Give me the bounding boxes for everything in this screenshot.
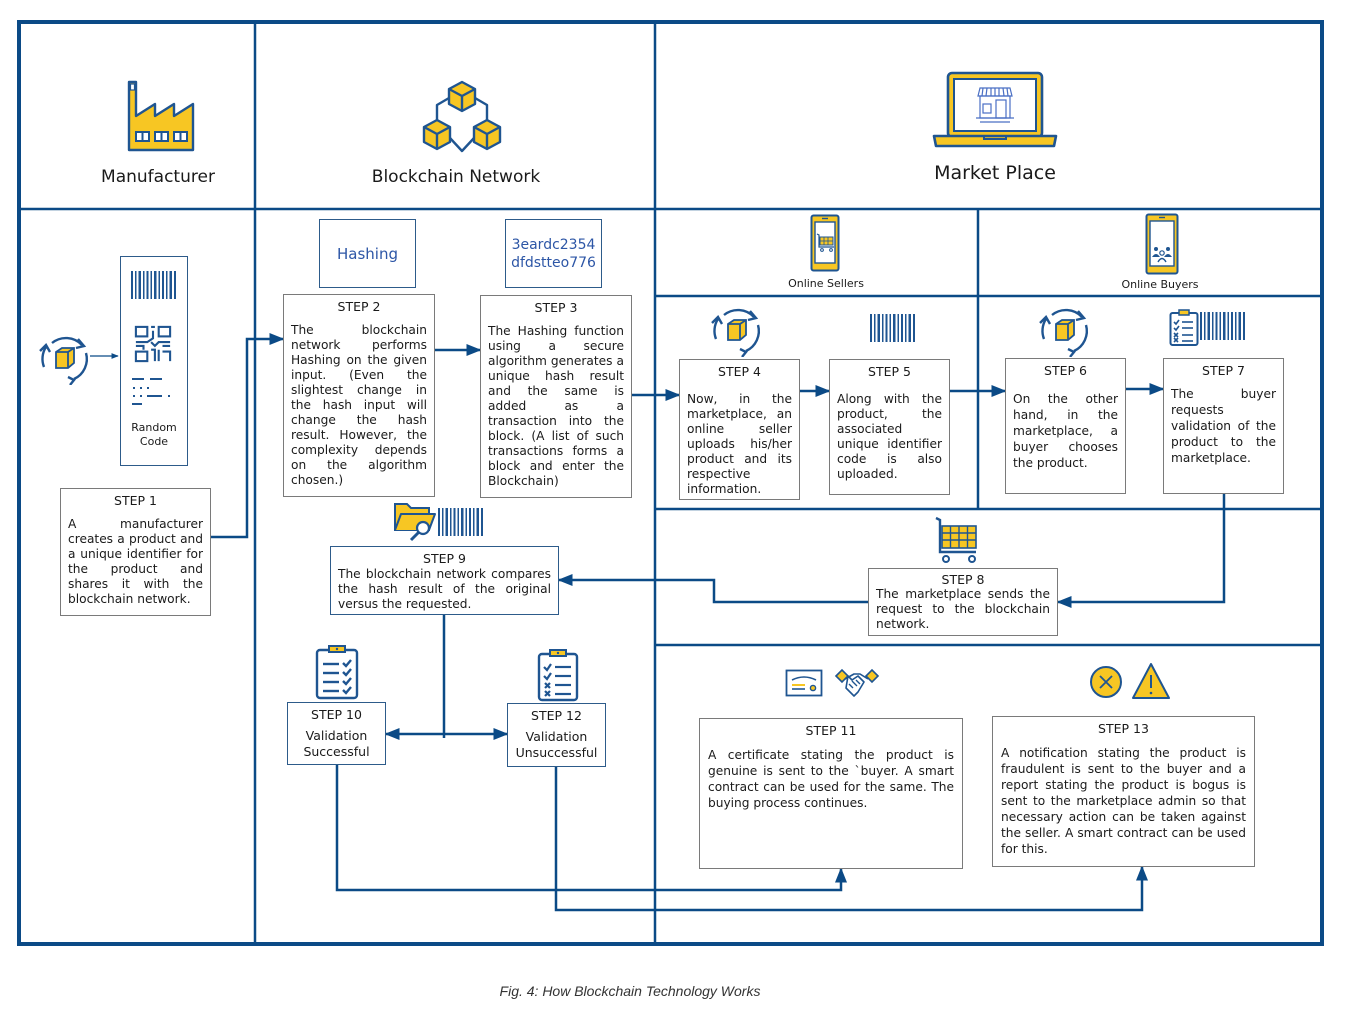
step-6-title: STEP 6: [1044, 363, 1087, 378]
laptop-store-icon: [932, 70, 1058, 148]
step-1-box: STEP 1 A manufacturer creates a product …: [60, 488, 211, 616]
step-5-title: STEP 5: [868, 364, 911, 379]
column-title-blockchain: Blockchain Network: [371, 167, 541, 187]
step-11-text: A certificate stating the product is gen…: [708, 748, 954, 810]
checklist-icon: [1169, 309, 1199, 347]
qr-code-icon: [134, 325, 172, 363]
arrow-step8-step9: [557, 574, 868, 604]
certificate-icon: [785, 669, 823, 697]
subcolumn-title-buyers: Online Buyers: [1121, 278, 1199, 291]
column-title-manufacturer: Manufacturer: [101, 167, 215, 187]
step-9-text: The blockchain network compares the hash…: [338, 567, 551, 611]
step-4-box: STEP 4 Now, in the marketplace, an onlin…: [679, 359, 800, 500]
column-title-marketplace: Market Place: [934, 162, 1056, 184]
step-6-text: On the other hand, in the marketplace, a…: [1013, 392, 1118, 470]
step-13-title: STEP 13: [1098, 721, 1149, 736]
step-7-text: The buyer requests validation of the pro…: [1171, 387, 1276, 465]
step-8-text: The marketplace sends the request to the…: [876, 587, 1050, 631]
phone-users-icon: [1145, 213, 1179, 275]
barcode-icon: [438, 508, 484, 536]
step-7-title: STEP 7: [1202, 363, 1245, 378]
cycle-box-icon: [38, 333, 92, 386]
shopping-cart-icon: [934, 516, 980, 564]
step-8-box: STEP 8 The marketplace sends the request…: [868, 568, 1058, 636]
step-12-box: STEP 12 Validation Unsuccessful: [507, 703, 606, 767]
step-3-title: STEP 3: [534, 300, 578, 315]
error-x-icon: [1089, 665, 1123, 699]
folder-search-icon: [393, 500, 437, 542]
phone-cart-icon: [810, 214, 840, 272]
step-1-title: STEP 1: [114, 493, 157, 508]
step-13-text: A notification stating the product is fr…: [1001, 746, 1246, 856]
step-10-text: Validation Successful: [303, 728, 370, 759]
barcode-icon: [1200, 312, 1246, 340]
hash-value-box: 3eardc2354 dfdstteo776: [505, 219, 602, 288]
step-2-text: The blockchain network performs Hashing …: [291, 323, 427, 487]
step-9-box: STEP 9 The blockchain network compares t…: [330, 546, 559, 615]
barcode-icon: [131, 271, 176, 299]
step-13-box: STEP 13 A notification stating the produ…: [992, 716, 1255, 867]
step-4-text: Now, in the marketplace, an online selle…: [687, 392, 792, 496]
step-8-title: STEP 8: [941, 572, 985, 587]
factory-icon: [124, 80, 196, 152]
step-10-title: STEP 10: [311, 707, 362, 722]
blockchain-diagram: Manufacturer Blockchain Network Market P…: [0, 0, 1346, 1016]
step-12-text: Validation Unsuccessful: [515, 729, 598, 760]
random-code-card: Random Code: [120, 256, 188, 466]
step-6-box: STEP 6 On the other hand, in the marketp…: [1005, 358, 1126, 494]
data-lines-icon: [132, 378, 170, 405]
step-3-box: STEP 3 The Hashing function using a secu…: [480, 295, 632, 498]
cycle-box-icon: [710, 305, 764, 358]
subcolumn-title-sellers: Online Sellers: [788, 277, 864, 290]
figure-caption: Fig. 4: How Blockchain Technology Works: [499, 983, 761, 999]
step-12-title: STEP 12: [531, 708, 582, 723]
step-5-text: Along with the product, the associated u…: [837, 392, 942, 481]
step-1-text: A manufacturer creates a product and a u…: [68, 517, 203, 606]
clipboard-checks-icon: [315, 644, 359, 700]
clipboard-mixed-icon: [537, 648, 579, 702]
step-11-box: STEP 11 A certificate stating the produc…: [699, 718, 963, 869]
arrow-step1-step2: [210, 333, 285, 539]
step-11-title: STEP 11: [805, 723, 857, 738]
step-9-title: STEP 9: [423, 551, 466, 566]
cycle-box-icon: [1038, 305, 1092, 358]
barcode-icon: [870, 314, 916, 342]
handshake-icon: [834, 666, 880, 700]
step-2-title: STEP 2: [337, 299, 381, 314]
step-4-title: STEP 4: [718, 364, 761, 379]
step-7-box: STEP 7 The buyer requests validation of …: [1163, 358, 1284, 494]
step-10-box: STEP 10 Validation Successful: [287, 702, 386, 765]
warning-icon: [1131, 662, 1171, 700]
step-5-box: STEP 5 Along with the product, the assoc…: [829, 359, 950, 495]
random-code-label: Random Code: [131, 421, 177, 448]
blockchain-cubes-icon: [422, 80, 502, 154]
hashing-label-box: Hashing: [319, 219, 416, 288]
step-2-box: STEP 2 The blockchain network performs H…: [283, 294, 435, 497]
step-3-text: The Hashing function using a secure algo…: [488, 324, 624, 488]
